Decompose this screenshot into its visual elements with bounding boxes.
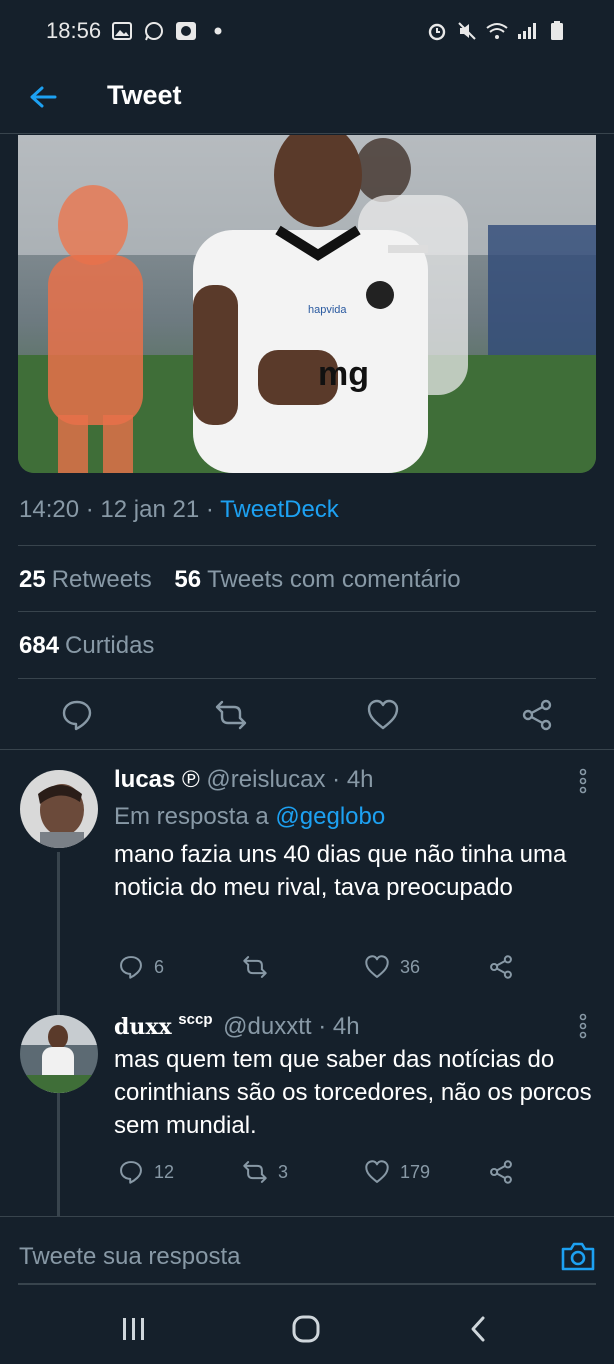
- tweet-date: 12 jan 21: [100, 496, 200, 523]
- share-icon: [490, 1160, 512, 1184]
- retweet-icon: [243, 956, 267, 978]
- svg-text:mg: mg: [318, 355, 369, 393]
- alarm-icon: [426, 21, 448, 41]
- reply-icon: [120, 956, 142, 979]
- app-icon: [175, 21, 197, 41]
- quotes-count: 56: [174, 566, 202, 593]
- reply-composer: Tweete sua resposta: [0, 1216, 614, 1294]
- reply-author-name[interactable]: lucas: [114, 766, 175, 793]
- reply-action-bar: 12 3 179: [114, 1159, 594, 1189]
- tweet-photo[interactable]: hapvida mg: [18, 135, 596, 473]
- status-bar: 18:56: [0, 0, 614, 62]
- quotes-label: Tweets com comentário: [207, 566, 461, 593]
- separator: ·: [85, 496, 101, 523]
- whatsapp-icon: [143, 21, 165, 41]
- like-heart-icon[interactable]: [366, 698, 400, 732]
- retweets-count: 25: [19, 566, 46, 593]
- like-count: 36: [400, 956, 421, 977]
- reply-button[interactable]: 12: [118, 1159, 174, 1185]
- likes-count: 684: [19, 632, 60, 659]
- separator: ·: [318, 1013, 333, 1040]
- divider: [18, 545, 596, 546]
- back-icon[interactable]: [458, 1312, 498, 1346]
- share-icon[interactable]: [520, 698, 554, 732]
- likes-label: Curtidas: [65, 632, 155, 659]
- more-options-icon[interactable]: [576, 768, 590, 794]
- page-title: Tweet: [107, 80, 182, 110]
- top-bar: Tweet: [0, 62, 614, 134]
- battery-icon: [546, 21, 568, 41]
- reply-to-line: Em resposta a @geglobo: [114, 803, 385, 831]
- reply-count: 12: [154, 1161, 175, 1182]
- reply-to-label: Em resposta a: [114, 803, 269, 830]
- share-button[interactable]: [488, 954, 514, 980]
- reply-icon: [120, 1161, 142, 1184]
- like-heart-icon: [365, 955, 389, 978]
- home-icon[interactable]: [286, 1312, 326, 1346]
- reply-icon[interactable]: [60, 698, 94, 732]
- tweet-source-link[interactable]: TweetDeck: [220, 496, 339, 523]
- status-time: 18:56: [46, 18, 102, 43]
- retweet-button[interactable]: [242, 954, 278, 980]
- like-button[interactable]: 179: [364, 1159, 430, 1185]
- reply-to-mention[interactable]: @geglobo: [275, 803, 385, 830]
- tweet-action-bar: [0, 690, 614, 740]
- separator: ·: [205, 496, 221, 523]
- retweet-button[interactable]: 3: [242, 1159, 288, 1185]
- reply-author-name[interactable]: duxx: [114, 1014, 172, 1040]
- divider: [18, 611, 596, 612]
- input-underline: [18, 1283, 596, 1285]
- tweet-timestamp: 14:20 · 12 jan 21 · TweetDeck: [19, 496, 339, 524]
- reply-author-handle[interactable]: @reislucax: [206, 766, 325, 793]
- reply-header: lucas ℗ @reislucax · 4h: [114, 766, 374, 794]
- divider: [18, 678, 596, 679]
- retweet-icon: [243, 1161, 267, 1183]
- like-heart-icon: [365, 1160, 389, 1183]
- likes-stat[interactable]: 684 Curtidas: [19, 632, 154, 660]
- reply-text: mano fazia uns 40 dias que não tinha uma…: [114, 841, 567, 901]
- retweet-icon[interactable]: [214, 698, 248, 732]
- reply-age: 4h: [332, 1013, 360, 1040]
- retweet-count: 3: [278, 1161, 289, 1182]
- reply-count: 6: [154, 956, 165, 977]
- engagement-stats: 25 Retweets 56 Tweets com comentário: [19, 566, 461, 594]
- reply-age: 4h: [346, 766, 374, 793]
- back-arrow-icon[interactable]: [26, 80, 60, 114]
- separator: ·: [332, 766, 347, 793]
- reply-action-bar: 6 36: [114, 954, 594, 984]
- camera-icon[interactable]: [560, 1239, 596, 1273]
- quotes-stat[interactable]: 56 Tweets com comentário: [174, 566, 460, 593]
- share-icon: [490, 955, 512, 979]
- retweets-label: Retweets: [51, 566, 152, 593]
- recent-apps-icon[interactable]: [114, 1312, 154, 1346]
- share-button[interactable]: [488, 1159, 514, 1185]
- image-icon: [111, 21, 133, 41]
- like-button[interactable]: 36: [364, 954, 420, 980]
- svg-text:hapvida: hapvida: [308, 304, 347, 316]
- author-badge: ℗: [182, 766, 200, 793]
- reply-header: duxx sccp @duxxtt · 4h: [114, 1011, 360, 1041]
- tweet-time: 14:20: [19, 496, 80, 523]
- avatar[interactable]: [20, 770, 98, 848]
- reply-text: mas quem tem que saber das notícias do c…: [114, 1046, 592, 1139]
- more-options-icon[interactable]: [576, 1013, 590, 1039]
- dot-icon: [207, 21, 229, 41]
- author-name-suffix: sccp: [178, 1011, 213, 1028]
- mute-icon: [456, 21, 478, 41]
- reply-button[interactable]: 6: [118, 954, 164, 980]
- like-count: 179: [400, 1161, 431, 1182]
- avatar[interactable]: [20, 1015, 98, 1093]
- reply-author-handle[interactable]: @duxxtt: [223, 1013, 311, 1040]
- wifi-icon: [486, 21, 508, 41]
- signal-icon: [516, 21, 538, 41]
- retweets-stat[interactable]: 25 Retweets: [19, 566, 152, 593]
- reply-input[interactable]: Tweete sua resposta: [19, 1243, 240, 1271]
- divider: [0, 749, 614, 750]
- system-nav-bar: [0, 1294, 614, 1364]
